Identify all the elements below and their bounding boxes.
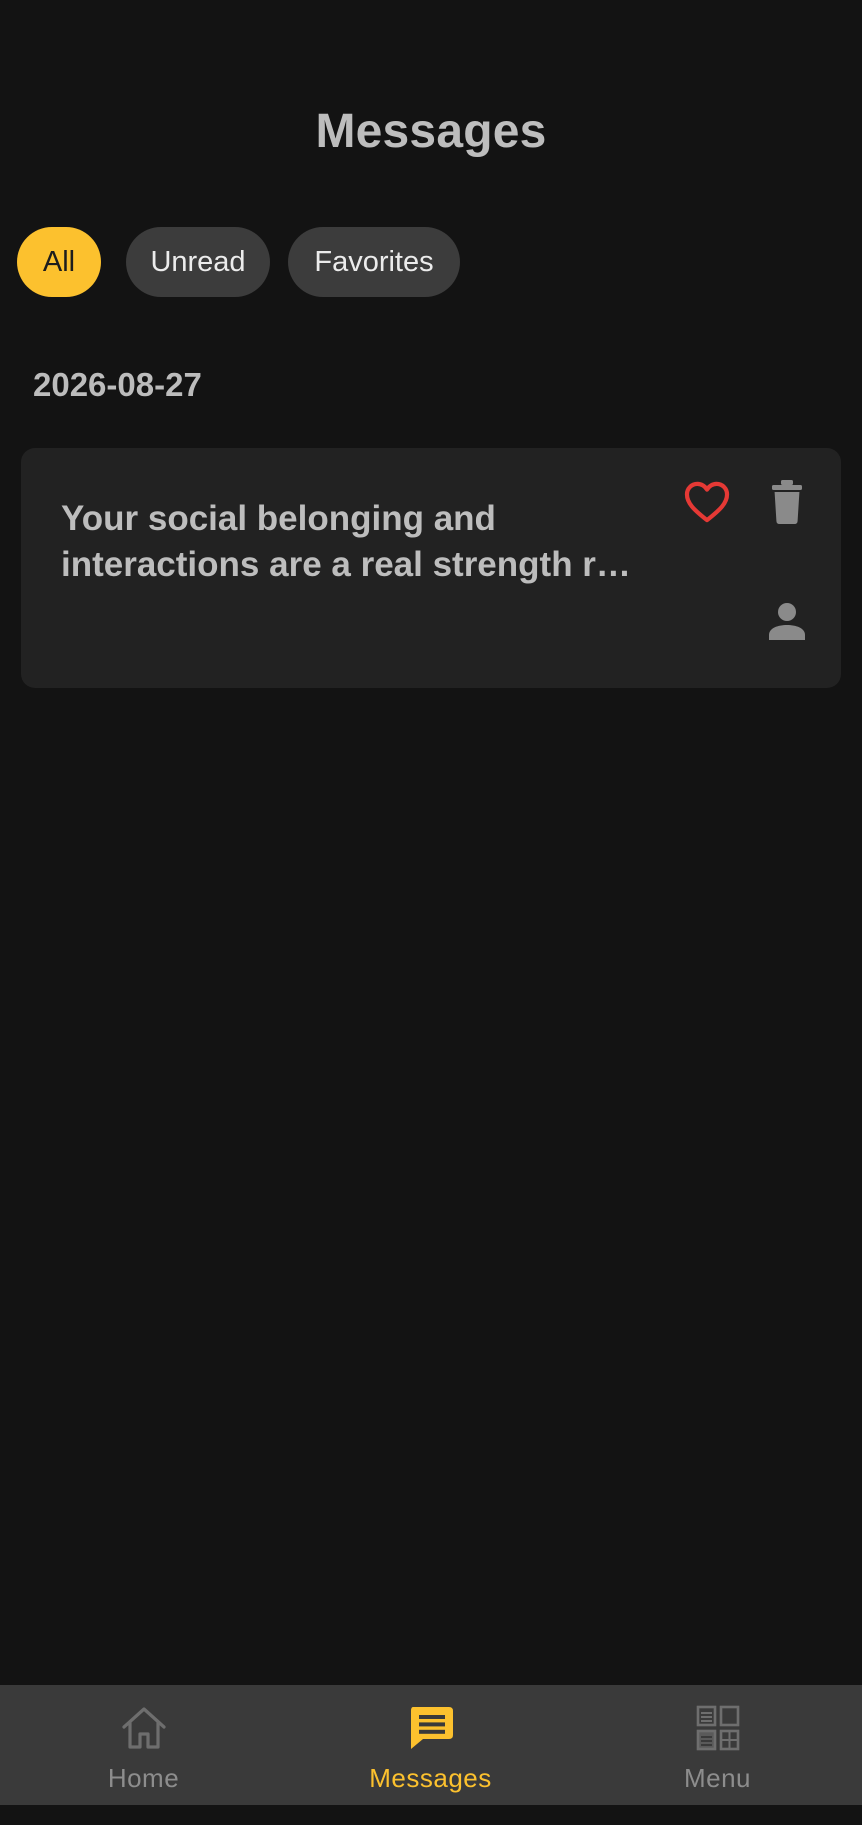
favorite-button[interactable] (681, 476, 733, 528)
messages-screen: Messages All Unread Favorites 2026-08-27… (0, 0, 862, 1825)
person-icon (769, 603, 805, 640)
filter-chip-unread[interactable]: Unread (126, 227, 270, 297)
nav-label-messages: Messages (369, 1763, 492, 1793)
trash-icon (772, 480, 802, 524)
message-preview: Your social belonging and interactions a… (61, 499, 631, 584)
nav-label-menu: Menu (683, 1763, 752, 1793)
nav-item-menu[interactable]: Menu (574, 1685, 861, 1805)
system-bar (0, 1805, 862, 1825)
filter-chip-favorites[interactable]: Favorites (288, 227, 460, 297)
message-icon (410, 1707, 453, 1749)
date-group-header: 2026-08-27 (33, 366, 202, 403)
filter-chip-all[interactable]: All (17, 227, 101, 297)
home-icon (121, 1707, 166, 1749)
nav-item-home[interactable]: Home (0, 1685, 287, 1805)
bottom-navigation: Home Messages Menu (0, 1685, 862, 1805)
filter-chips: All Unread Favorites (17, 227, 460, 297)
page-title: Messages (315, 105, 547, 158)
nav-item-messages[interactable]: Messages (287, 1685, 574, 1805)
message-card[interactable]: Your social belonging and interactions a… (21, 448, 841, 688)
nav-label-home: Home (107, 1763, 180, 1793)
delete-button[interactable] (765, 476, 809, 528)
grid-menu-icon (696, 1705, 739, 1751)
sender-button[interactable] (765, 598, 809, 644)
heart-outline-icon (684, 481, 730, 523)
